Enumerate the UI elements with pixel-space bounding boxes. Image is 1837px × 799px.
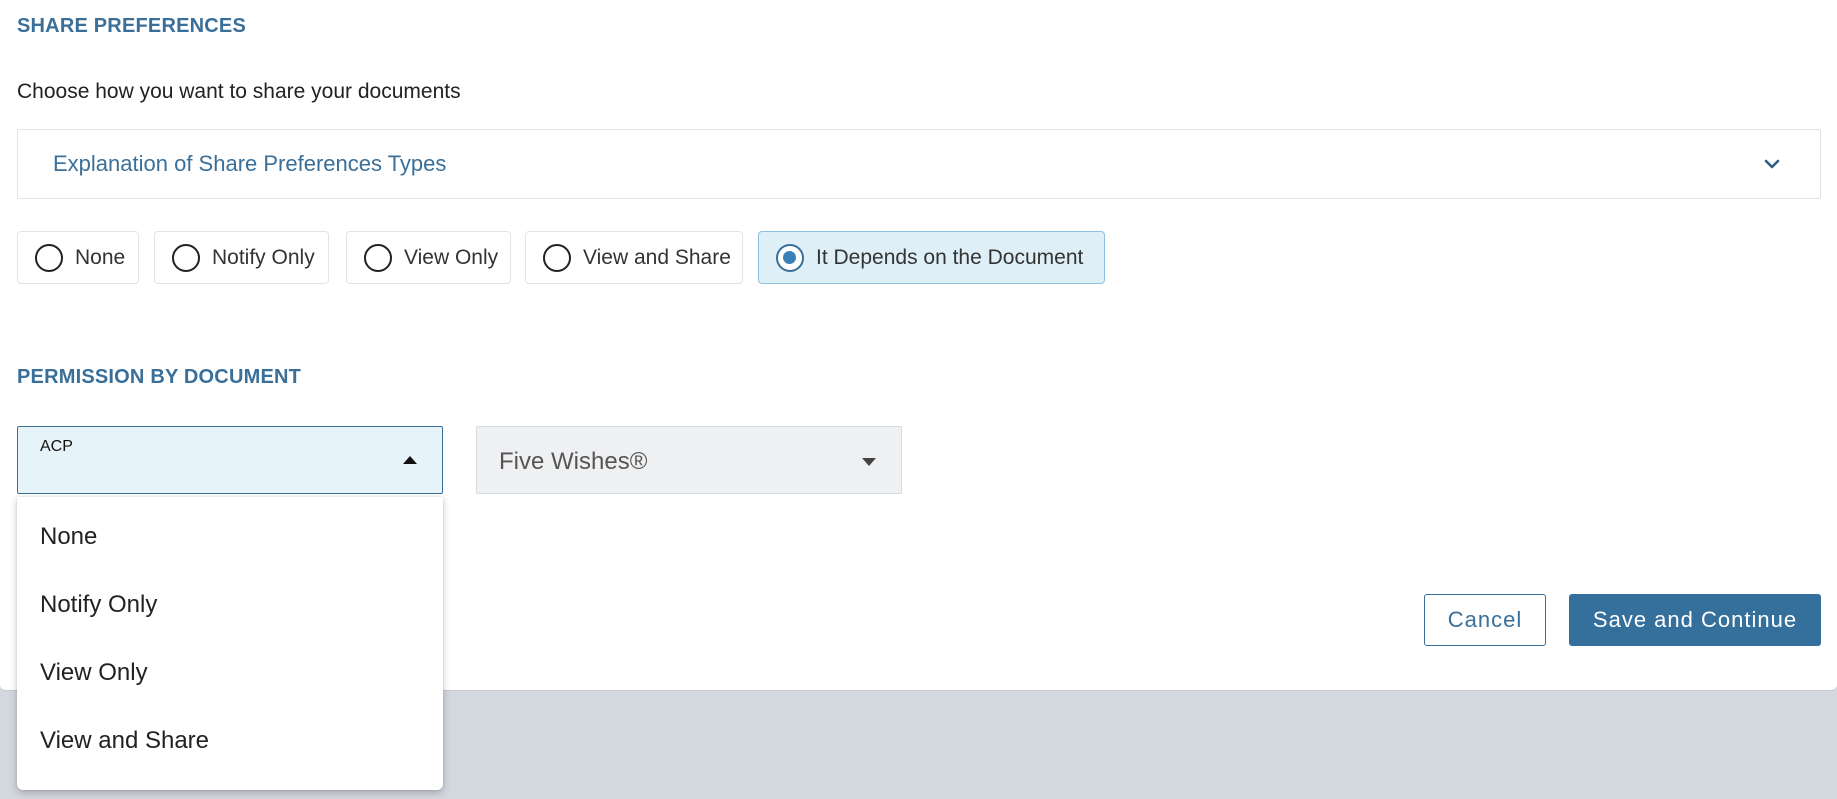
radio-none[interactable]: None bbox=[17, 231, 139, 284]
cancel-button[interactable]: Cancel bbox=[1424, 594, 1546, 646]
dropdown-option-view-only[interactable]: View Only bbox=[17, 649, 443, 717]
radio-label: View and Share bbox=[583, 246, 731, 269]
radio-notify-only[interactable]: Notify Only bbox=[154, 231, 329, 284]
radio-circle-icon bbox=[543, 244, 571, 272]
save-and-continue-button[interactable]: Save and Continue bbox=[1569, 594, 1821, 646]
five-wishes-permission-select[interactable]: Five Wishes® bbox=[476, 426, 902, 494]
dropdown-option-notify-only[interactable]: Notify Only bbox=[17, 581, 443, 649]
dropdown-option-view-and-share[interactable]: View and Share bbox=[17, 717, 443, 785]
caret-down-icon bbox=[862, 458, 876, 466]
share-preferences-subtitle: Choose how you want to share your docume… bbox=[17, 80, 461, 103]
radio-circle-icon bbox=[35, 244, 63, 272]
radio-label: View Only bbox=[404, 246, 499, 269]
share-types-explanation-accordion[interactable]: Explanation of Share Preferences Types bbox=[17, 129, 1821, 199]
radio-selected-icon bbox=[776, 244, 804, 272]
share-preferences-title: SHARE PREFERENCES bbox=[17, 15, 246, 37]
radio-circle-icon bbox=[172, 244, 200, 272]
five-wishes-select-value: Five Wishes® bbox=[499, 448, 648, 475]
permission-by-document-title: PERMISSION BY DOCUMENT bbox=[17, 366, 302, 388]
radio-view-only[interactable]: View Only bbox=[346, 231, 511, 284]
accordion-label: Explanation of Share Preferences Types bbox=[53, 151, 447, 176]
acp-dropdown-menu: None Notify Only View Only View and Shar… bbox=[17, 497, 443, 790]
radio-label: It Depends on the Document bbox=[816, 246, 1084, 269]
chevron-down-icon bbox=[1764, 159, 1780, 169]
acp-select-label: ACP bbox=[40, 438, 73, 455]
acp-permission-select[interactable]: ACP bbox=[17, 426, 443, 494]
radio-label: None bbox=[75, 246, 126, 269]
radio-label: Notify Only bbox=[212, 246, 315, 269]
radio-view-and-share[interactable]: View and Share bbox=[525, 231, 743, 284]
radio-it-depends-on-the-document[interactable]: It Depends on the Document bbox=[758, 231, 1105, 284]
caret-up-icon bbox=[403, 456, 417, 464]
dropdown-option-none[interactable]: None bbox=[17, 513, 443, 581]
radio-circle-icon bbox=[364, 244, 392, 272]
